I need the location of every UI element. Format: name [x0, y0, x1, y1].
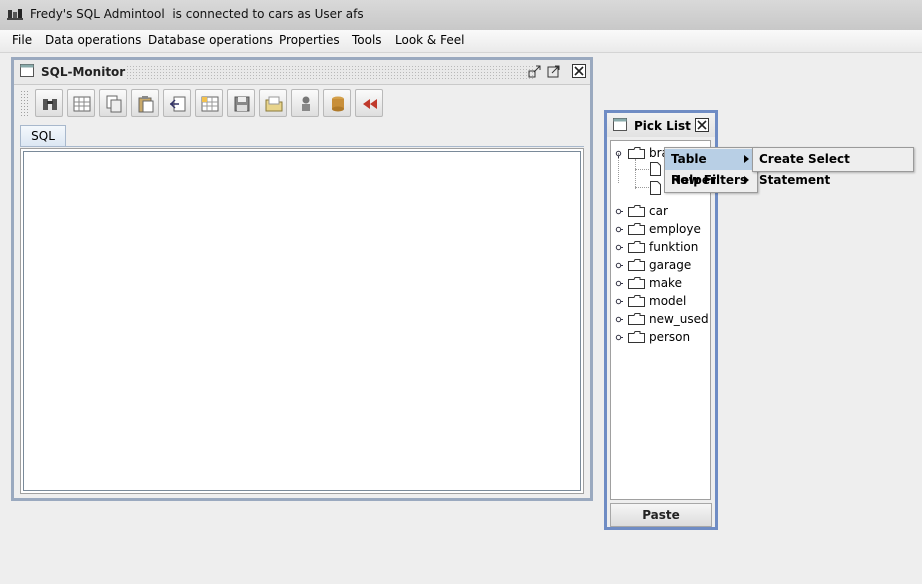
window-icon — [613, 118, 627, 131]
binoculars-icon — [43, 99, 57, 110]
find-button[interactable] — [35, 89, 63, 117]
tree-node-label: new_used — [649, 312, 709, 326]
toolbar-grip[interactable] — [20, 90, 28, 118]
tree-node[interactable]: funktion — [611, 238, 710, 256]
save-icon — [234, 96, 250, 112]
tree-node[interactable]: employe — [611, 220, 710, 238]
open-button[interactable] — [259, 89, 287, 117]
window-title: Fredy's SQL Admintool is connected to ca… — [30, 7, 364, 21]
user-icon — [302, 96, 310, 111]
tree-node[interactable]: garage — [611, 256, 710, 274]
collapsed-handle-icon — [615, 208, 623, 215]
folder-icon — [628, 241, 645, 253]
folder-icon — [628, 223, 645, 235]
submenu: Create Select Statement — [752, 147, 914, 187]
submenu-arrow-icon — [744, 176, 749, 184]
menu-item-label: Row Filters — [671, 173, 748, 187]
pick-list-title: Pick List — [634, 119, 691, 133]
menu-item-create-select-statement[interactable]: Create Select Statement — [753, 149, 911, 187]
table-icon — [73, 96, 91, 112]
import-icon — [169, 96, 186, 112]
folder-icon — [628, 331, 645, 343]
maximize-icon[interactable] — [547, 64, 561, 78]
database-button[interactable] — [323, 89, 351, 117]
open-icon — [265, 96, 283, 112]
column-icon[interactable] — [650, 181, 661, 195]
menu-data-operations[interactable]: Data operations — [45, 33, 141, 47]
new-grid-button[interactable] — [195, 89, 223, 117]
folder-icon — [628, 295, 645, 307]
folder-icon — [628, 147, 645, 159]
tab-sql[interactable]: SQL — [20, 125, 66, 147]
tree-node-label: employe — [649, 222, 701, 236]
context-menu: Table Helper Row Filters — [664, 147, 758, 193]
folder-icon — [628, 205, 645, 217]
collapsed-handle-icon — [615, 298, 623, 305]
menu-look-and-feel[interactable]: Look & Feel — [395, 33, 464, 47]
rewind-button[interactable] — [355, 89, 383, 117]
tree-node-label: make — [649, 276, 682, 290]
sql-editor-inner — [23, 151, 581, 491]
close-icon[interactable] — [695, 118, 709, 132]
table-tree[interactable]: bra car employe funktion garage make mod… — [610, 140, 711, 500]
collapsed-handle-icon — [615, 262, 623, 269]
menu-tools[interactable]: Tools — [352, 33, 382, 47]
sql-monitor-title-bar[interactable]: SQL-Monitor — [14, 60, 590, 85]
column-icon[interactable] — [650, 162, 661, 176]
collapsed-handle-icon — [615, 226, 623, 233]
sql-toolbar — [18, 87, 584, 121]
collapsed-handle-icon — [615, 280, 623, 287]
tree-guide — [635, 187, 649, 189]
folder-icon — [628, 259, 645, 271]
menu-item-table-helper[interactable]: Table Helper — [665, 149, 755, 187]
tree-node[interactable]: new_used — [611, 310, 710, 328]
menu-database-operations[interactable]: Database operations — [148, 33, 273, 47]
folder-icon — [628, 277, 645, 289]
menu-item-row-filters[interactable]: Row Filters — [665, 170, 755, 191]
tree-node[interactable]: person — [611, 328, 710, 346]
pick-list-title-bar[interactable]: Pick List — [607, 113, 715, 137]
tree-node-label: funktion — [649, 240, 699, 254]
submenu-arrow-icon — [744, 155, 749, 163]
table-button[interactable] — [67, 89, 95, 117]
grid-new-icon — [201, 96, 219, 112]
sql-monitor-frame: SQL-Monitor SQL — [11, 57, 593, 501]
app-icon — [7, 9, 23, 20]
collapsed-handle-icon — [615, 334, 623, 341]
tree-node[interactable]: car — [611, 202, 710, 220]
menu-properties[interactable]: Properties — [279, 33, 340, 47]
menu-file[interactable]: File — [12, 33, 32, 47]
database-icon — [332, 96, 344, 112]
collapsed-handle-icon — [615, 316, 623, 323]
tree-node[interactable]: make — [611, 274, 710, 292]
import-button[interactable] — [163, 89, 191, 117]
tree-node-label: model — [649, 294, 687, 308]
title-grip — [126, 65, 534, 79]
tree-guide — [635, 159, 637, 189]
tree-node-label: car — [649, 204, 668, 218]
save-button[interactable] — [227, 89, 255, 117]
paste-button[interactable]: Paste — [610, 503, 712, 527]
sql-editor[interactable] — [20, 148, 584, 494]
tree-guide — [635, 169, 649, 171]
close-icon[interactable] — [572, 64, 586, 78]
user-button[interactable] — [291, 89, 319, 117]
folder-icon — [628, 313, 645, 325]
tree-node-label: garage — [649, 258, 692, 272]
menu-bar: File Data operations Database operations… — [0, 30, 922, 53]
tree-node-label: person — [649, 330, 691, 344]
rewind-icon — [363, 99, 377, 109]
minimize-icon[interactable] — [528, 64, 542, 78]
paste-clipboard-button[interactable] — [131, 89, 159, 117]
sql-monitor-title: SQL-Monitor — [41, 65, 126, 79]
paste-icon — [138, 96, 154, 113]
tab-divider — [20, 146, 584, 147]
expanded-handle-icon — [615, 150, 622, 158]
window-icon — [20, 64, 34, 77]
copy-button[interactable] — [99, 89, 127, 117]
tree-node[interactable]: model — [611, 292, 710, 310]
collapsed-handle-icon — [615, 244, 623, 251]
copy-icon — [106, 95, 122, 113]
window-title-bar: Fredy's SQL Admintool is connected to ca… — [0, 0, 922, 31]
